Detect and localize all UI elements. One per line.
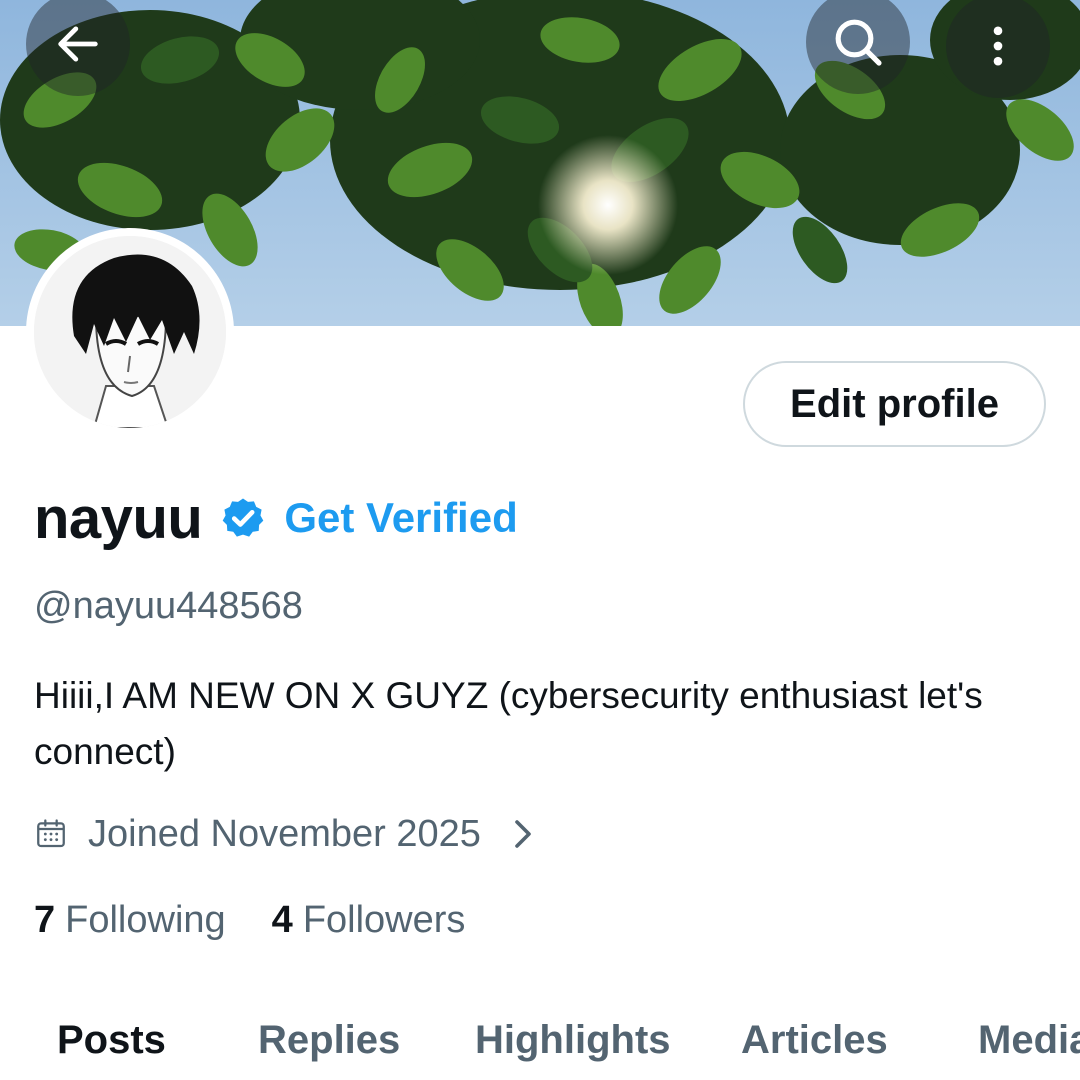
user-handle: @nayuu448568 bbox=[34, 585, 303, 627]
chevron-right-icon bbox=[515, 820, 531, 848]
following-count: 7 bbox=[34, 898, 56, 941]
tab-media[interactable]: Media bbox=[978, 1018, 1080, 1063]
edit-profile-button[interactable]: Edit profile bbox=[743, 361, 1046, 447]
profile-bio: Hiiii,I AM NEW ON X GUYZ (cybersecurity … bbox=[34, 675, 983, 772]
tab-highlights[interactable]: Highlights bbox=[475, 1018, 671, 1063]
get-verified-link[interactable]: Get Verified bbox=[284, 494, 517, 542]
name-row: nayuu Get Verified bbox=[34, 485, 518, 551]
followers-label: Followers bbox=[302, 898, 466, 941]
following-link[interactable]: 7 Following bbox=[34, 899, 226, 942]
joined-date-row[interactable]: Joined November 2025 bbox=[34, 810, 535, 858]
profile-tabs: Posts Replies Highlights Articles Media bbox=[0, 1018, 1080, 1080]
search-icon bbox=[835, 19, 882, 66]
tab-articles[interactable]: Articles bbox=[741, 1018, 888, 1063]
avatar[interactable] bbox=[26, 228, 234, 436]
tab-posts[interactable]: Posts bbox=[57, 1018, 166, 1063]
followers-count: 4 bbox=[271, 898, 293, 941]
arrow-left-icon bbox=[58, 26, 98, 62]
avatar-image bbox=[34, 236, 226, 428]
verified-badge-icon[interactable] bbox=[220, 495, 266, 541]
follow-stats: 7 Following 4 Followers bbox=[34, 894, 465, 946]
tab-replies[interactable]: Replies bbox=[258, 1018, 400, 1063]
calendar-icon bbox=[37, 819, 65, 848]
joined-date: Joined November 2025 bbox=[88, 812, 481, 855]
following-label: Following bbox=[65, 898, 226, 941]
followers-link[interactable]: 4 Followers bbox=[272, 899, 466, 942]
display-name: nayuu bbox=[34, 485, 203, 551]
more-vertical-icon bbox=[993, 26, 1003, 66]
